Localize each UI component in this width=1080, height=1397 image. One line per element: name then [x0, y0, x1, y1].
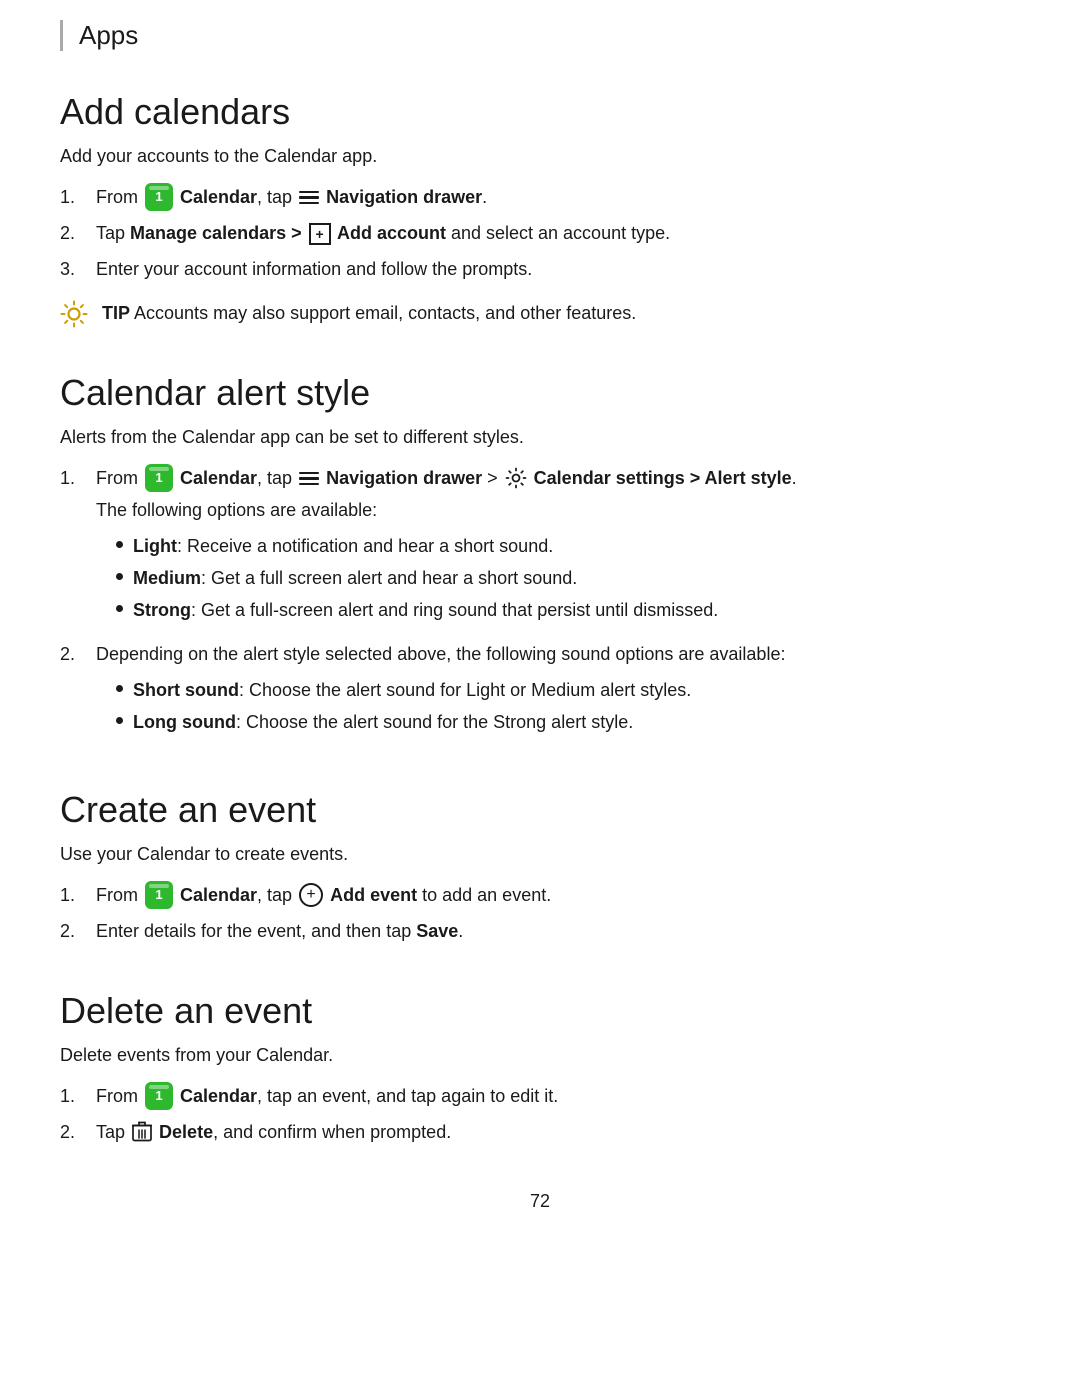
- calendar-settings-gear-icon: [505, 467, 527, 489]
- bullet-strong: Strong: Get a full-screen alert and ring…: [116, 597, 1020, 625]
- section-title-create-event: Create an event: [60, 789, 1020, 831]
- step-num: 1.: [60, 465, 96, 493]
- calendar-label: Calendar: [180, 1086, 257, 1106]
- add-account-label: Add account: [333, 223, 446, 243]
- step-2-calendar-alert: 2. Depending on the alert style selected…: [60, 641, 1020, 745]
- delete-label: Delete: [159, 1122, 213, 1142]
- navigation-drawer-icon: [299, 189, 319, 205]
- step-2-delete-event: 2. Tap Delete, and confirm when prompted…: [60, 1119, 1020, 1147]
- calendar-app-icon: 1: [145, 183, 173, 211]
- calendar-label: Calendar: [180, 187, 257, 207]
- calendar-settings-label: Calendar settings > Alert style: [534, 468, 792, 488]
- section-create-event: Create an event Use your Calendar to cre…: [60, 789, 1020, 946]
- step-num: 1.: [60, 184, 96, 212]
- section-delete-event: Delete an event Delete events from your …: [60, 990, 1020, 1147]
- step-1-create-event: 1. From 1 Calendar, tap + Add event to a…: [60, 882, 1020, 910]
- step-content: Tap Delete, and confirm when prompted.: [96, 1119, 1020, 1147]
- step-2-create-event: 2. Enter details for the event, and then…: [60, 918, 1020, 946]
- step-content: Tap Manage calendars > + Add account and…: [96, 220, 1020, 248]
- sound-options-bullets: Short sound: Choose the alert sound for …: [116, 677, 1020, 737]
- step-content: Depending on the alert style selected ab…: [96, 641, 1020, 745]
- bullet-dot: [116, 605, 123, 612]
- step-2-add-calendars: 2. Tap Manage calendars > + Add account …: [60, 220, 1020, 248]
- step-content: From 1 Calendar, tap + Add event to add …: [96, 882, 1020, 910]
- delete-trash-icon: [132, 1121, 152, 1143]
- section-intro-add-calendars: Add your accounts to the Calendar app.: [60, 143, 1020, 170]
- section-title-add-calendars: Add calendars: [60, 91, 1020, 133]
- section-title-calendar-alert: Calendar alert style: [60, 372, 1020, 414]
- plus-box-icon: +: [309, 223, 331, 245]
- add-event-icon: +: [299, 883, 323, 907]
- step-num: 2.: [60, 220, 96, 248]
- step-content: Enter details for the event, and then ta…: [96, 918, 1020, 946]
- save-label: Save: [416, 921, 458, 941]
- bullet-short-sound: Short sound: Choose the alert sound for …: [116, 677, 1020, 705]
- nav-drawer-label: Navigation drawer: [326, 187, 482, 207]
- step-num: 2.: [60, 918, 96, 946]
- step-num: 1.: [60, 1083, 96, 1111]
- bullet-light: Light: Receive a notification and hear a…: [116, 533, 1020, 561]
- step-num: 3.: [60, 256, 96, 284]
- tip-label: TIP: [102, 303, 130, 323]
- step-1-delete-event: 1. From 1 Calendar, tap an event, and ta…: [60, 1083, 1020, 1111]
- tip-sun-icon: [60, 300, 88, 328]
- header-title: Apps: [79, 20, 138, 50]
- bullet-text: Strong: Get a full-screen alert and ring…: [133, 597, 718, 625]
- nav-drawer-label: Navigation drawer: [326, 468, 482, 488]
- calendar-app-icon: 1: [145, 881, 173, 909]
- steps-calendar-alert: 1. From 1 Calendar, tap Navigation drawe…: [60, 465, 1020, 744]
- calendar-app-icon: 1: [145, 464, 173, 492]
- section-calendar-alert-style: Calendar alert style Alerts from the Cal…: [60, 372, 1020, 744]
- step-num: 2.: [60, 1119, 96, 1147]
- bullet-dot: [116, 685, 123, 692]
- navigation-drawer-icon: [299, 470, 319, 486]
- step-num: 2.: [60, 641, 96, 669]
- step-3-add-calendars: 3. Enter your account information and fo…: [60, 256, 1020, 284]
- section-intro-delete-event: Delete events from your Calendar.: [60, 1042, 1020, 1069]
- bullet-dot: [116, 573, 123, 580]
- section-intro-create-event: Use your Calendar to create events.: [60, 841, 1020, 868]
- step-content: From 1 Calendar, tap an event, and tap a…: [96, 1083, 1020, 1111]
- calendar-label: Calendar: [180, 468, 257, 488]
- bullet-dot: [116, 717, 123, 724]
- alert-style-bullets: Light: Receive a notification and hear a…: [116, 533, 1020, 625]
- bullet-long-sound: Long sound: Choose the alert sound for t…: [116, 709, 1020, 737]
- bullet-text: Medium: Get a full screen alert and hear…: [133, 565, 577, 593]
- bullet-text: Light: Receive a notification and hear a…: [133, 533, 553, 561]
- step-num: 1.: [60, 882, 96, 910]
- bullet-medium: Medium: Get a full screen alert and hear…: [116, 565, 1020, 593]
- step-content: From 1 Calendar, tap Navigation drawer >…: [96, 465, 1020, 633]
- steps-delete-event: 1. From 1 Calendar, tap an event, and ta…: [60, 1083, 1020, 1147]
- header-bar: Apps: [60, 20, 1020, 51]
- tip-box-add-calendars: TIP Accounts may also support email, con…: [60, 300, 1020, 328]
- bullet-text: Short sound: Choose the alert sound for …: [133, 677, 691, 705]
- steps-add-calendars: 1. From 1 Calendar, tap Navigation drawe…: [60, 184, 1020, 284]
- add-event-label: Add event: [330, 885, 417, 905]
- step-1-add-calendars: 1. From 1 Calendar, tap Navigation drawe…: [60, 184, 1020, 212]
- section-intro-calendar-alert: Alerts from the Calendar app can be set …: [60, 424, 1020, 451]
- tip-text-add-calendars: TIP Accounts may also support email, con…: [102, 300, 636, 327]
- bullet-text: Long sound: Choose the alert sound for t…: [133, 709, 633, 737]
- section-add-calendars: Add calendars Add your accounts to the C…: [60, 91, 1020, 328]
- calendar-app-icon: 1: [145, 1082, 173, 1110]
- section-title-delete-event: Delete an event: [60, 990, 1020, 1032]
- step-content: Enter your account information and follo…: [96, 256, 1020, 284]
- manage-calendars-label: Manage calendars >: [130, 223, 307, 243]
- step-1-calendar-alert: 1. From 1 Calendar, tap Navigation drawe…: [60, 465, 1020, 633]
- bullet-dot: [116, 541, 123, 548]
- page-container: Apps Add calendars Add your accounts to …: [0, 0, 1080, 1397]
- sub-list-intro: The following options are available: Lig…: [96, 497, 1020, 625]
- step-content: From 1 Calendar, tap Navigation drawer.: [96, 184, 1020, 212]
- calendar-label: Calendar: [180, 885, 257, 905]
- steps-create-event: 1. From 1 Calendar, tap + Add event to a…: [60, 882, 1020, 946]
- page-number: 72: [60, 1191, 1020, 1212]
